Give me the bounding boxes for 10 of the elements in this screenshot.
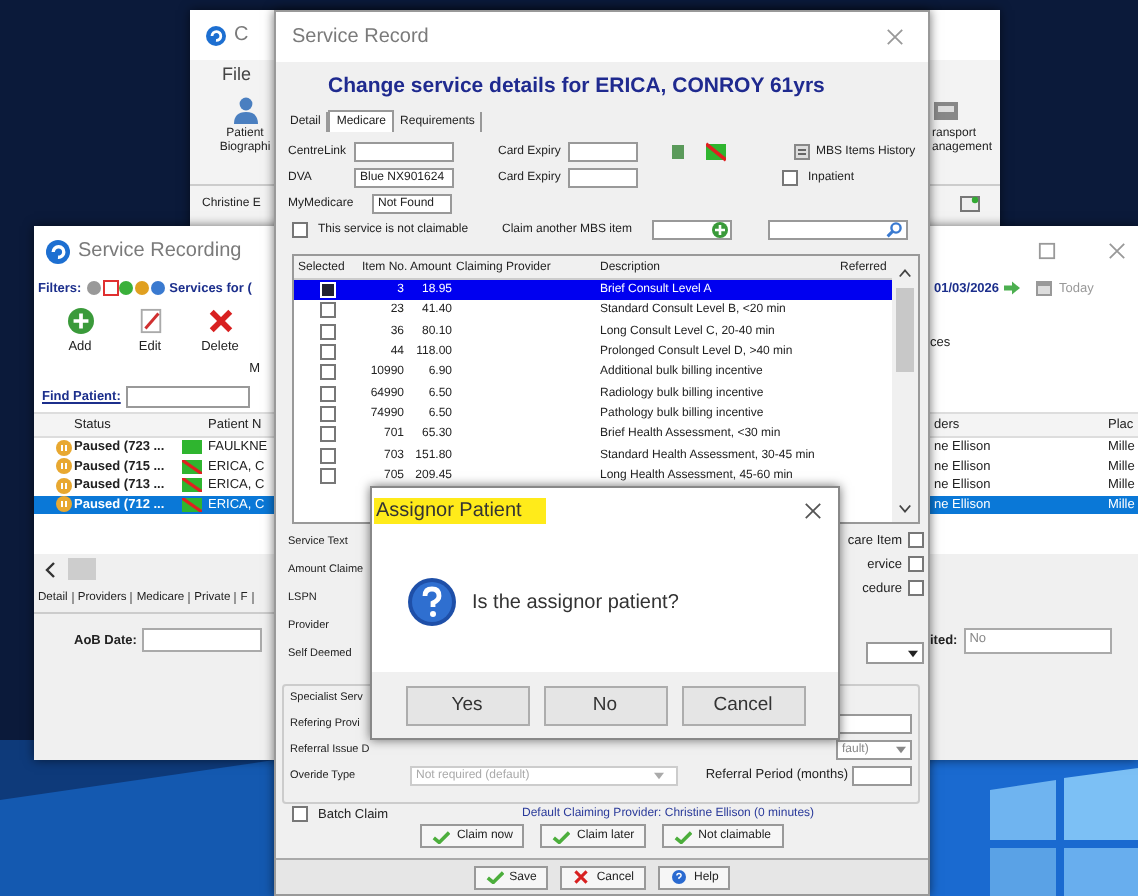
dialog-button[interactable]: Cancel — [681, 685, 805, 725]
dialog-button[interactable]: Yes — [405, 685, 529, 725]
dialog-title: Assignor Patient — [374, 497, 546, 523]
menu-item[interactable]: File — [222, 64, 252, 84]
dialog-heading: Change service details for ERICA, CONROY 61yrs — [328, 73, 825, 97]
window-title: Service Record — [292, 26, 429, 48]
dialog-button[interactable]: No — [543, 685, 667, 725]
window-title: C — [234, 24, 249, 46]
window-title: Service Recording — [78, 240, 242, 262]
dialog-message: Is the assignor patient? — [472, 591, 679, 613]
